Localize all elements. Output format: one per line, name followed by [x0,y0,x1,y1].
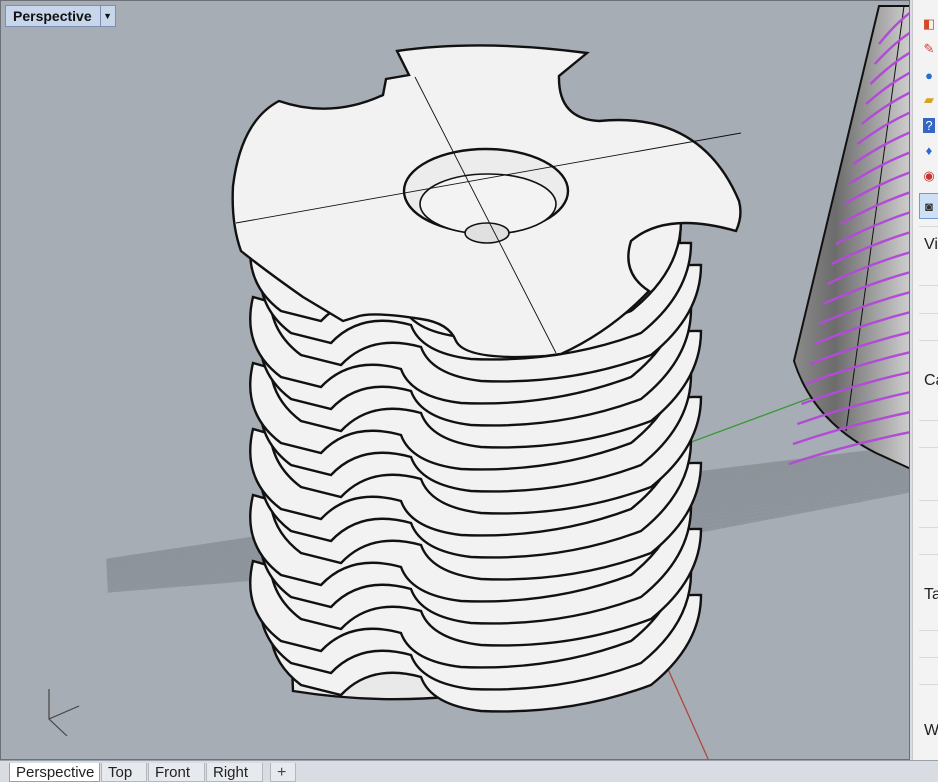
tab-top[interactable]: Top [101,763,147,782]
chevron-down-icon[interactable]: ▼ [99,6,115,26]
material-sphere-icon[interactable]: ● [919,65,938,85]
panel-label-camera: Ca [924,372,938,389]
tab-right[interactable]: Right [206,763,263,782]
properties-panel: ◧ ✎ ● ▰ ? ♦ ◉ ◙ Vi Ca Ta W [912,0,938,760]
help-icon[interactable]: ? [919,115,938,135]
brush-icon[interactable]: ✎ [919,39,938,59]
add-tab-button[interactable]: + [270,763,296,782]
scene-canvas[interactable] [1,1,910,760]
panel-label-view: Vi [924,236,938,253]
perspective-viewport[interactable]: Perspective ▼ [0,0,910,760]
panel-label-wallpaper: W [924,722,938,739]
tab-perspective[interactable]: Perspective [9,763,100,782]
viewport-tabs: Perspective Top Front Right + [0,760,938,782]
panel-label-target: Ta [924,586,938,603]
color-wheel-icon[interactable]: ◉ [919,166,938,186]
viewport-title[interactable]: Perspective ▼ [5,5,116,27]
stacked-disc-object [231,44,742,713]
display-mode-icon[interactable]: ◧ [919,14,938,34]
tab-front[interactable]: Front [148,763,205,782]
notification-bell-icon[interactable]: ♦ [919,140,938,160]
top-hub-hole [464,222,510,244]
viewport-title-label[interactable]: Perspective [6,6,100,26]
folder-icon[interactable]: ▰ [919,90,938,110]
camera-icon[interactable]: ◙ [919,193,938,219]
axis-widget [48,689,80,737]
